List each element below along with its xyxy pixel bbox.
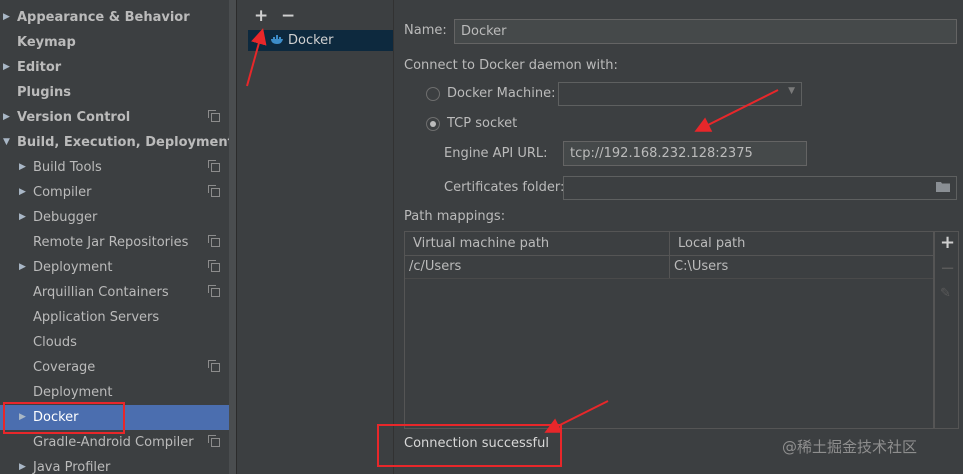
status-highlight-box [377, 424, 562, 467]
header-vm-path: Virtual machine path [413, 236, 550, 251]
sidebar-item[interactable]: ▶ Appearance & Behavior [0, 5, 236, 30]
project-level-icon [208, 160, 220, 172]
sidebar-item[interactable]: Clouds [0, 330, 236, 355]
chevron-right-icon[interactable]: ▶ [19, 455, 26, 474]
chevron-right-icon[interactable]: ▶ [19, 255, 26, 280]
chevron-right-icon[interactable]: ▶ [3, 105, 10, 130]
path-mappings-label: Path mappings: [404, 209, 506, 224]
sidebar-item-label: Remote Jar Repositories [33, 235, 189, 250]
docker-highlight-box [3, 402, 125, 434]
docker-machine-radio[interactable] [426, 87, 440, 101]
sidebar-item[interactable]: Application Servers [0, 305, 236, 330]
name-field[interactable] [454, 19, 957, 44]
table-toolbar: + − ✎ [934, 231, 959, 429]
chevron-right-icon[interactable]: ▶ [3, 5, 10, 30]
docker-machine-label: Docker Machine: [447, 86, 556, 101]
cert-folder-field[interactable] [563, 176, 957, 200]
column-divider [669, 232, 670, 278]
remove-docker-button[interactable]: − [281, 6, 295, 26]
sidebar-item[interactable]: ▶ Java Profiler [0, 455, 236, 474]
folder-icon[interactable] [936, 181, 950, 192]
sidebar-item[interactable]: ▶ Debugger [0, 205, 236, 230]
connect-label: Connect to Docker daemon with: [404, 58, 618, 73]
sidebar-item[interactable]: ▼ Build, Execution, Deployment [0, 130, 236, 155]
name-label: Name: [404, 23, 447, 38]
sidebar-item[interactable]: Remote Jar Repositories [0, 230, 236, 255]
docker-whale-icon [271, 35, 283, 44]
table-cell[interactable]: C:\Users [674, 256, 933, 278]
sidebar-item[interactable]: ▶ Deployment [0, 255, 236, 280]
sidebar-item[interactable]: Plugins [0, 80, 236, 105]
docker-machine-select[interactable]: ▼ [558, 82, 802, 106]
sidebar-item-label: Deployment [33, 260, 113, 275]
tcp-socket-label: TCP socket [447, 116, 518, 131]
engine-api-label: Engine API URL: [444, 146, 548, 161]
sidebar-item-label: Build Tools [33, 160, 102, 175]
engine-api-url-field[interactable] [563, 141, 807, 166]
sidebar-item-label: Coverage [33, 360, 96, 375]
table-header[interactable]: Virtual machine path [405, 232, 669, 256]
chevron-right-icon[interactable]: ▶ [19, 205, 26, 230]
sidebar-item[interactable]: Keymap [0, 30, 236, 55]
tcp-socket-radio[interactable] [426, 117, 440, 131]
project-level-icon [208, 260, 220, 272]
sidebar-item-label: Application Servers [33, 310, 160, 325]
watermark: @稀土掘金技术社区 [782, 438, 918, 456]
cert-folder-label: Certificates folder: [444, 180, 565, 195]
sidebar-item[interactable]: Arquillian Containers [0, 280, 236, 305]
docker-config-list: Docker [248, 30, 393, 474]
table-cell[interactable]: /c/Users [409, 256, 669, 278]
add-mapping-button[interactable]: + [940, 232, 955, 253]
sidebar-item-label: Build, Execution, Deployment [17, 135, 234, 150]
sidebar-item-label: Compiler [33, 185, 92, 200]
sidebar-item[interactable]: ▶ Version Control [0, 105, 236, 130]
sidebar-item-label: Appearance & Behavior [17, 10, 190, 25]
chevron-down-icon: ▼ [788, 86, 795, 96]
project-level-icon [208, 110, 220, 122]
row-divider [405, 278, 933, 279]
project-level-icon [208, 285, 220, 297]
docker-config-label: Docker [288, 33, 334, 48]
sidebar-item-label: Java Profiler [33, 460, 111, 474]
sidebar-item[interactable]: ▶ Editor [0, 55, 236, 80]
project-level-icon [208, 360, 220, 372]
sidebar-item-label: Version Control [17, 110, 131, 125]
table-header[interactable]: Local path [670, 232, 933, 256]
add-docker-button[interactable]: + [254, 6, 268, 26]
sidebar-item-label: Keymap [17, 35, 76, 50]
sidebar-item-label: Debugger [33, 210, 98, 225]
project-level-icon [208, 435, 220, 447]
sidebar-item-label: Clouds [33, 335, 77, 350]
sidebar-item-label: Editor [17, 60, 62, 75]
list-divider [393, 0, 394, 474]
sidebar-item[interactable]: ▶ Build Tools [0, 155, 236, 180]
sidebar-divider [236, 0, 237, 474]
sidebar-item[interactable]: Coverage [0, 355, 236, 380]
edit-mapping-button[interactable]: ✎ [940, 286, 951, 301]
path-mappings-table: Virtual machine path Local path /c/Users… [404, 231, 934, 429]
docker-config-item[interactable]: Docker [248, 30, 393, 51]
remove-mapping-button[interactable]: − [940, 258, 955, 279]
chevron-right-icon[interactable]: ▶ [19, 180, 26, 205]
sidebar-item-label: Plugins [17, 85, 71, 100]
chevron-right-icon[interactable]: ▶ [19, 155, 26, 180]
sidebar-item-label: Arquillian Containers [33, 285, 169, 300]
header-local-path: Local path [678, 236, 746, 251]
chevron-right-icon[interactable]: ▶ [3, 55, 10, 80]
chevron-down-icon[interactable]: ▼ [3, 130, 10, 155]
sidebar-scrollbar[interactable] [229, 0, 236, 474]
project-level-icon [208, 235, 220, 247]
sidebar-item[interactable]: ▶ Compiler [0, 180, 236, 205]
project-level-icon [208, 185, 220, 197]
